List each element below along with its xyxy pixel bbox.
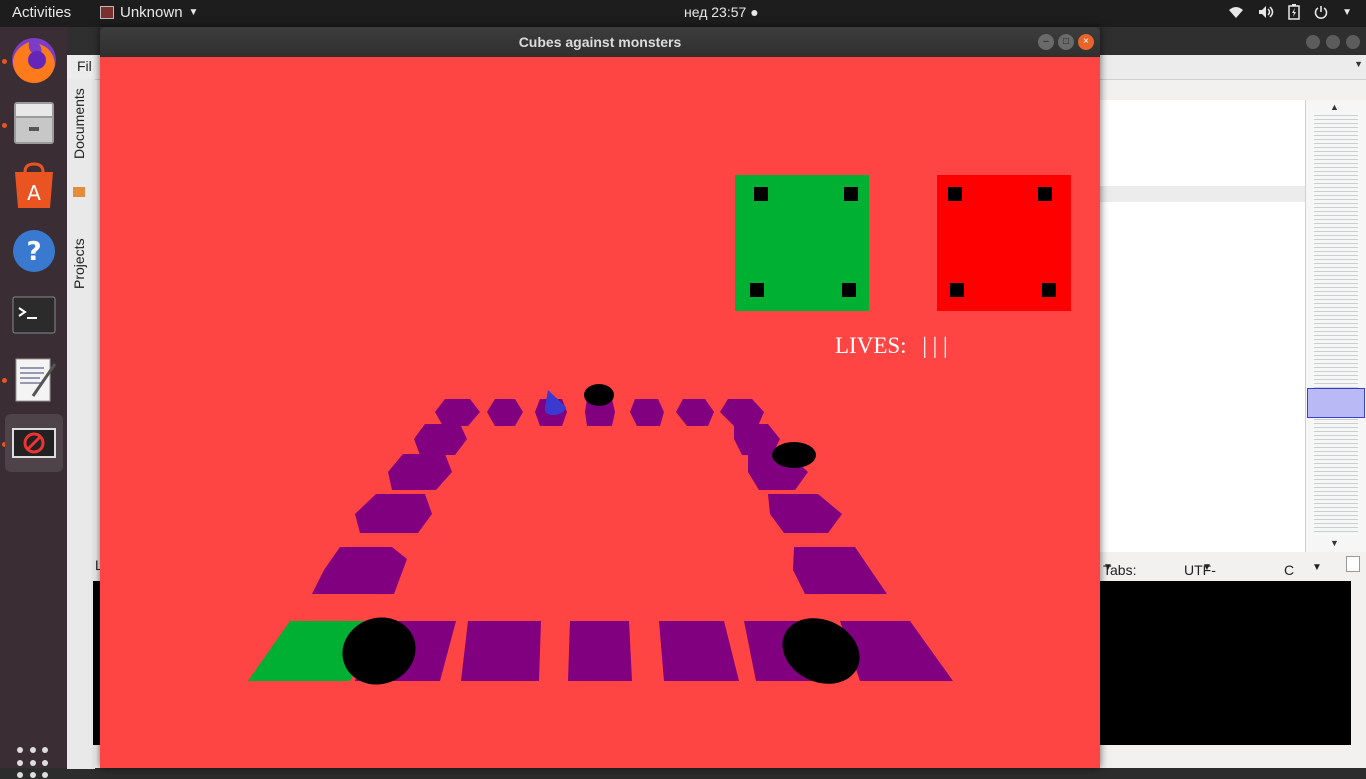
svg-text:A: A — [27, 181, 41, 205]
text-editor-icon[interactable] — [5, 350, 63, 408]
software-center-icon[interactable]: A — [5, 158, 63, 216]
game-scene — [248, 175, 1071, 685]
app-icon — [100, 6, 114, 19]
board-tile — [768, 494, 842, 533]
window-title: Cubes against monsters — [518, 34, 682, 50]
minimap-lines — [1314, 115, 1358, 535]
notification-dot-icon: ● — [750, 4, 759, 20]
power-icon — [1314, 6, 1328, 19]
current-line-highlight — [1100, 186, 1305, 202]
window-controls-icon[interactable] — [1305, 34, 1365, 50]
firefox-icon[interactable] — [5, 30, 63, 88]
system-tray[interactable]: ▼ — [1228, 4, 1352, 20]
activities-button[interactable]: Activities — [12, 4, 71, 21]
card-pip — [948, 187, 962, 201]
show-applications-icon[interactable] — [17, 747, 49, 779]
battery-icon — [1288, 4, 1300, 20]
card-pip — [1038, 187, 1052, 201]
language-label: C — [1284, 562, 1295, 578]
board-tile — [312, 547, 407, 594]
scroll-up-icon[interactable]: ▲ — [1330, 102, 1339, 112]
scroll-down-icon[interactable]: ▼ — [1330, 538, 1339, 548]
dock: A ? — [0, 27, 67, 779]
board-tile — [461, 621, 541, 681]
lives-display: LIVES: | | | — [835, 333, 948, 359]
folder-icon — [73, 187, 85, 197]
board-tile — [435, 399, 480, 426]
board-tile — [659, 621, 739, 681]
board-tile — [793, 547, 887, 594]
card-pip — [950, 283, 964, 297]
chevron-down-icon: ▼ — [1342, 6, 1352, 18]
tab-projects[interactable]: Projects — [71, 238, 87, 289]
board-tile — [388, 454, 452, 490]
monster — [584, 384, 614, 406]
maximize-button[interactable]: □ — [1058, 34, 1074, 50]
file-menu[interactable]: Fil — [77, 58, 92, 74]
board-tile — [568, 621, 632, 681]
game-app-icon[interactable] — [5, 414, 63, 472]
board-tile — [630, 399, 664, 426]
card-pip — [842, 283, 856, 297]
board-tile — [487, 399, 523, 426]
game-window-titlebar[interactable]: Cubes against monsters – □ × — [100, 27, 1100, 57]
chevron-down-icon: ▼ — [1103, 562, 1113, 573]
help-icon[interactable]: ? — [5, 222, 63, 280]
svg-text:?: ? — [26, 237, 41, 267]
status-bar: Tabs: 4 ▼ UTF-8 ▼ C ▼ — [1100, 552, 1366, 594]
monster — [342, 617, 416, 685]
board-tile — [414, 424, 467, 455]
terminal-panel[interactable] — [1100, 581, 1351, 745]
monster — [772, 442, 816, 468]
files-icon[interactable] — [5, 94, 63, 152]
card-pip — [1042, 283, 1056, 297]
chevron-down-icon: ▼ — [1312, 562, 1322, 573]
monster — [782, 618, 860, 684]
board-tile — [676, 399, 714, 426]
terminal-icon[interactable] — [5, 286, 63, 344]
app-menu[interactable]: Unknown ▼ — [100, 4, 198, 21]
game-window: Cubes against monsters – □ × LIVES: | | … — [100, 27, 1100, 768]
volume-icon — [1259, 6, 1274, 18]
lives-value: | | | — [922, 333, 948, 358]
minimize-button[interactable]: – — [1038, 34, 1054, 50]
clock-text: нед 23:57 — [684, 4, 747, 20]
code-editor[interactable] — [1100, 100, 1305, 552]
minimap-viewport[interactable] — [1307, 388, 1365, 418]
game-canvas[interactable]: LIVES: | | | — [100, 57, 1100, 768]
top-bar: Activities Unknown ▼ нед 23:57 ● ▼ — [0, 0, 1366, 27]
lives-label: LIVES: — [835, 333, 907, 358]
chevron-down-icon: ▼ — [188, 7, 199, 18]
board-tile — [734, 424, 780, 455]
terminal-panel-left — [93, 581, 100, 745]
clock[interactable]: нед 23:57 ● — [684, 4, 759, 20]
card-pip — [750, 283, 764, 297]
card-pip — [844, 187, 858, 201]
minimap[interactable]: ▲ ▼ — [1305, 100, 1366, 552]
card-pip — [754, 187, 768, 201]
board-tile — [720, 399, 764, 426]
board-tile — [355, 494, 432, 533]
chevron-down-icon[interactable]: ▼ — [1354, 59, 1363, 69]
document-icon[interactable] — [1346, 556, 1360, 572]
close-button[interactable]: × — [1078, 34, 1094, 50]
chevron-down-icon: ▼ — [1202, 562, 1212, 573]
app-name: Unknown — [120, 4, 183, 21]
wifi-icon — [1229, 7, 1244, 18]
tab-documents[interactable]: Documents — [71, 88, 87, 159]
side-tabs: Documents Projects — [67, 79, 95, 769]
